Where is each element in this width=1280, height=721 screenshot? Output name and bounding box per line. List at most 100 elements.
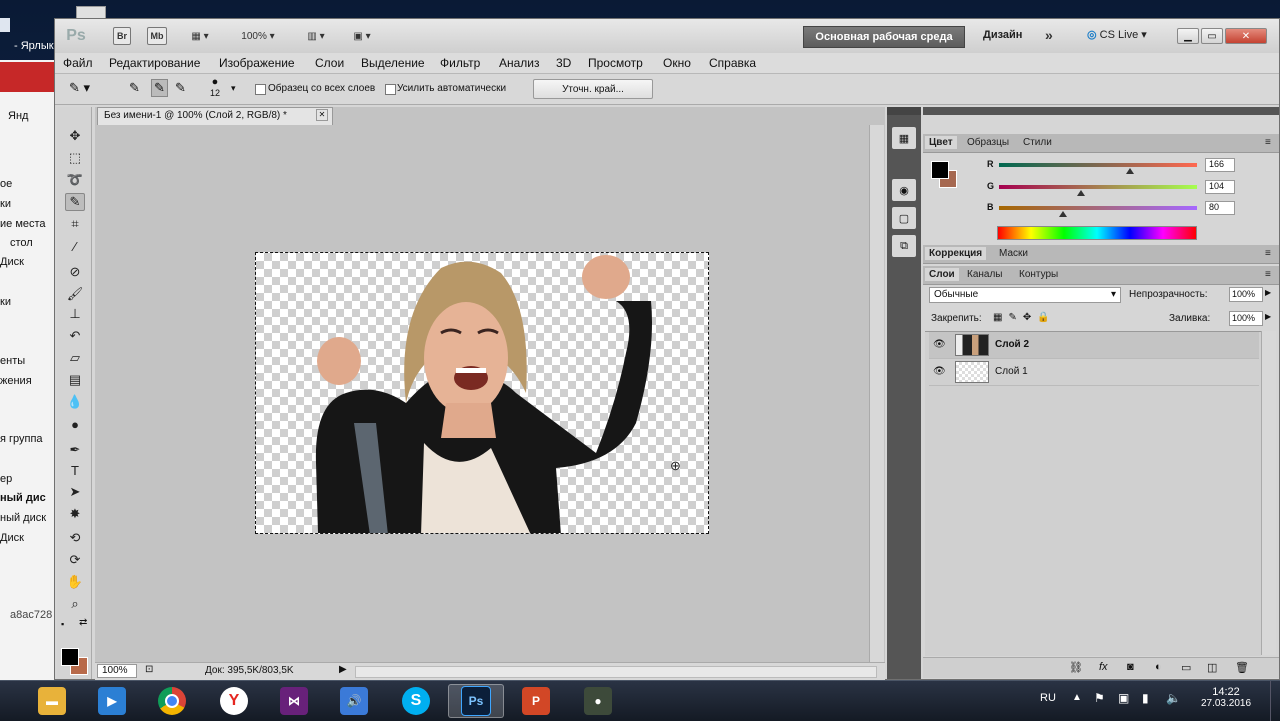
- link-layers-icon[interactable]: ⛓: [1069, 661, 1083, 674]
- taskbar-powerpoint[interactable]: P: [508, 684, 564, 718]
- tab-swatches[interactable]: Образцы: [963, 136, 1013, 149]
- marquee-tool[interactable]: ⬚: [65, 149, 85, 167]
- fg-color-chip[interactable]: [931, 161, 949, 179]
- add-mask-icon[interactable]: ◙: [1127, 661, 1134, 673]
- zoom-tool[interactable]: ⌕: [65, 595, 85, 613]
- path-selection-tool[interactable]: ➤: [65, 483, 85, 501]
- arrange-documents-button[interactable]: ▥ ▾: [299, 27, 333, 45]
- dock-mask-button[interactable]: ▢: [892, 207, 916, 229]
- sample-all-layers-checkbox[interactable]: [255, 84, 266, 95]
- taskbar-explorer[interactable]: ▬: [24, 684, 80, 718]
- tab-styles[interactable]: Стили: [1019, 136, 1056, 149]
- history-brush-tool[interactable]: ↶: [65, 327, 85, 345]
- r-value[interactable]: 166: [1205, 158, 1235, 172]
- tab-color[interactable]: Цвет: [925, 136, 957, 149]
- hand-tool[interactable]: ✋: [65, 573, 85, 591]
- bg-item[interactable]: ки: [0, 198, 11, 210]
- bg-item[interactable]: енты: [0, 355, 25, 367]
- bg-item[interactable]: я группа: [0, 433, 43, 445]
- blend-mode-dropdown[interactable]: Обычные ▾: [929, 287, 1121, 303]
- pen-tool[interactable]: ✒: [65, 441, 85, 459]
- bg-item[interactable]: ое: [0, 178, 12, 190]
- status-menu-arrow-icon[interactable]: ▶: [339, 664, 347, 675]
- brush-tool[interactable]: 🖌: [65, 285, 85, 303]
- taskbar-skype[interactable]: S: [388, 684, 444, 718]
- tool-preset-picker[interactable]: ✎ ▾: [69, 80, 90, 96]
- maximize-button[interactable]: ▭: [1201, 28, 1223, 44]
- menu-edit[interactable]: Редактирование: [109, 56, 200, 70]
- fx-icon[interactable]: fx: [1099, 661, 1108, 673]
- gradient-tool[interactable]: ▤: [65, 371, 85, 389]
- menu-window[interactable]: Окно: [663, 56, 691, 70]
- minibridge-button[interactable]: Mb: [147, 27, 167, 45]
- new-layer-icon[interactable]: ◫: [1207, 661, 1217, 674]
- foreground-color-swatch[interactable]: [61, 648, 79, 666]
- eye-icon[interactable]: 👁: [933, 339, 946, 350]
- clock[interactable]: 14:22 27.03.2016: [1196, 686, 1256, 709]
- fill-arrow-icon[interactable]: ▶: [1265, 312, 1271, 321]
- bg-item[interactable]: Диск: [0, 256, 24, 268]
- workspace-essentials-button[interactable]: Основная рабочая среда: [803, 26, 965, 48]
- tab-adjustments[interactable]: Коррекция: [925, 247, 987, 260]
- tab-paths[interactable]: Контуры: [1015, 268, 1062, 281]
- type-tool[interactable]: T: [65, 461, 85, 479]
- bg-item[interactable]: ки: [0, 296, 11, 308]
- bg-tab-label[interactable]: Янд: [8, 110, 28, 122]
- b-slider[interactable]: [999, 206, 1197, 210]
- crop-tool[interactable]: ⌗: [65, 215, 85, 233]
- layer-row-2[interactable]: 👁 Слой 2: [929, 332, 1259, 359]
- taskbar-media-player[interactable]: ▶: [84, 684, 140, 718]
- bg-item[interactable]: Диск: [0, 532, 24, 544]
- menu-layer[interactable]: Слои: [315, 56, 344, 70]
- zoom-field[interactable]: 100%: [97, 664, 137, 678]
- vertical-scrollbar[interactable]: [869, 125, 884, 662]
- r-slider[interactable]: [999, 163, 1197, 167]
- eraser-tool[interactable]: ▱: [65, 349, 85, 367]
- add-to-selection-button[interactable]: ✎: [151, 79, 168, 97]
- show-hidden-icons-icon[interactable]: ▲: [1072, 692, 1082, 703]
- eyedropper-tool[interactable]: ⁄: [65, 237, 85, 255]
- quick-selection-tool[interactable]: ✎: [65, 193, 85, 211]
- bg-item[interactable]: ер: [0, 473, 12, 485]
- zoom-dropdown[interactable]: 100% ▾: [233, 27, 283, 45]
- shortcut-label[interactable]: - Ярлык: [14, 40, 54, 52]
- 3d-orbit-tool[interactable]: ⟳: [65, 551, 85, 569]
- tab-masks[interactable]: Маски: [995, 247, 1032, 260]
- more-workspaces-button[interactable]: »: [1045, 27, 1053, 43]
- brush-picker[interactable]: ● 12: [207, 76, 223, 98]
- adjustment-layer-icon[interactable]: ◐: [1155, 661, 1162, 673]
- dodge-tool[interactable]: ●: [65, 415, 85, 433]
- lock-all-icon[interactable]: 🔒: [1037, 312, 1055, 323]
- screen-mode-button[interactable]: ▣ ▾: [345, 27, 379, 45]
- dock-history-button[interactable]: ▦: [892, 127, 916, 149]
- workspace-design-button[interactable]: Дизайн: [983, 29, 1022, 41]
- view-extras-button[interactable]: ▦ ▾: [183, 27, 217, 45]
- refine-edge-button[interactable]: Уточн. край...: [533, 79, 653, 99]
- new-selection-button[interactable]: ✎: [129, 80, 140, 96]
- panel-menu-icon[interactable]: ≡: [1261, 136, 1275, 149]
- close-document-icon[interactable]: ✕: [316, 109, 328, 121]
- bridge-button[interactable]: Br: [113, 27, 131, 45]
- lock-pixels-icon[interactable]: ✎: [1008, 312, 1022, 323]
- auto-enhance-checkbox[interactable]: [385, 84, 396, 95]
- language-indicator[interactable]: RU: [1040, 692, 1056, 704]
- horizontal-scrollbar[interactable]: [355, 666, 877, 678]
- tab-channels[interactable]: Каналы: [963, 268, 1007, 281]
- clone-stamp-tool[interactable]: ⊥: [65, 305, 85, 323]
- r-slider-thumb[interactable]: [1126, 168, 1134, 174]
- menu-3d[interactable]: 3D: [556, 56, 571, 70]
- lock-transparency-icon[interactable]: ▦: [993, 312, 1008, 323]
- tray-app-icon[interactable]: ▣: [1118, 691, 1129, 705]
- panel-menu-icon[interactable]: ≡: [1261, 247, 1275, 260]
- taskbar-photoshop[interactable]: Ps: [448, 684, 504, 718]
- taskbar-camtasia[interactable]: ●: [570, 684, 626, 718]
- volume-icon[interactable]: 🔈: [1166, 691, 1181, 705]
- taskbar-chrome[interactable]: [144, 684, 200, 718]
- g-slider-thumb[interactable]: [1077, 190, 1085, 196]
- menu-view[interactable]: Просмотр: [588, 56, 643, 70]
- healing-tool[interactable]: ⊘: [65, 263, 85, 281]
- brush-picker-arrow[interactable]: ▾: [231, 83, 236, 94]
- opacity-field[interactable]: 100%: [1229, 287, 1263, 302]
- move-tool[interactable]: ✥: [65, 127, 85, 145]
- layers-scrollbar[interactable]: [1261, 331, 1276, 655]
